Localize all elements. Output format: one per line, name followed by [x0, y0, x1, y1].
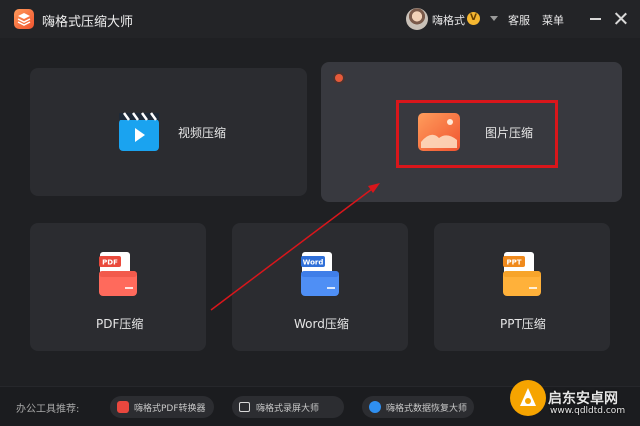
- tool-data-recovery[interactable]: 嗨格式数据恢复大师: [362, 396, 474, 418]
- watermark-url: www.qdldtd.com: [550, 406, 626, 416]
- annotation-arrow: [210, 183, 380, 311]
- footer-label: 办公工具推荐:: [16, 404, 80, 415]
- screen-recorder-icon: [239, 402, 250, 412]
- pdf-converter-icon: [117, 401, 129, 413]
- tool-name: 嗨格式数据恢复大师: [386, 404, 468, 414]
- tool-screen-recorder[interactable]: 嗨格式录屏大师: [232, 396, 344, 418]
- tool-name: 嗨格式录屏大师: [256, 404, 320, 414]
- watermark-name: 启东安卓网: [548, 391, 618, 407]
- tool-pdf-converter[interactable]: 嗨格式PDF转换器: [110, 396, 214, 418]
- watermark-logo: [510, 380, 546, 416]
- data-recovery-icon: [369, 401, 381, 413]
- tool-name: 嗨格式PDF转换器: [134, 404, 206, 414]
